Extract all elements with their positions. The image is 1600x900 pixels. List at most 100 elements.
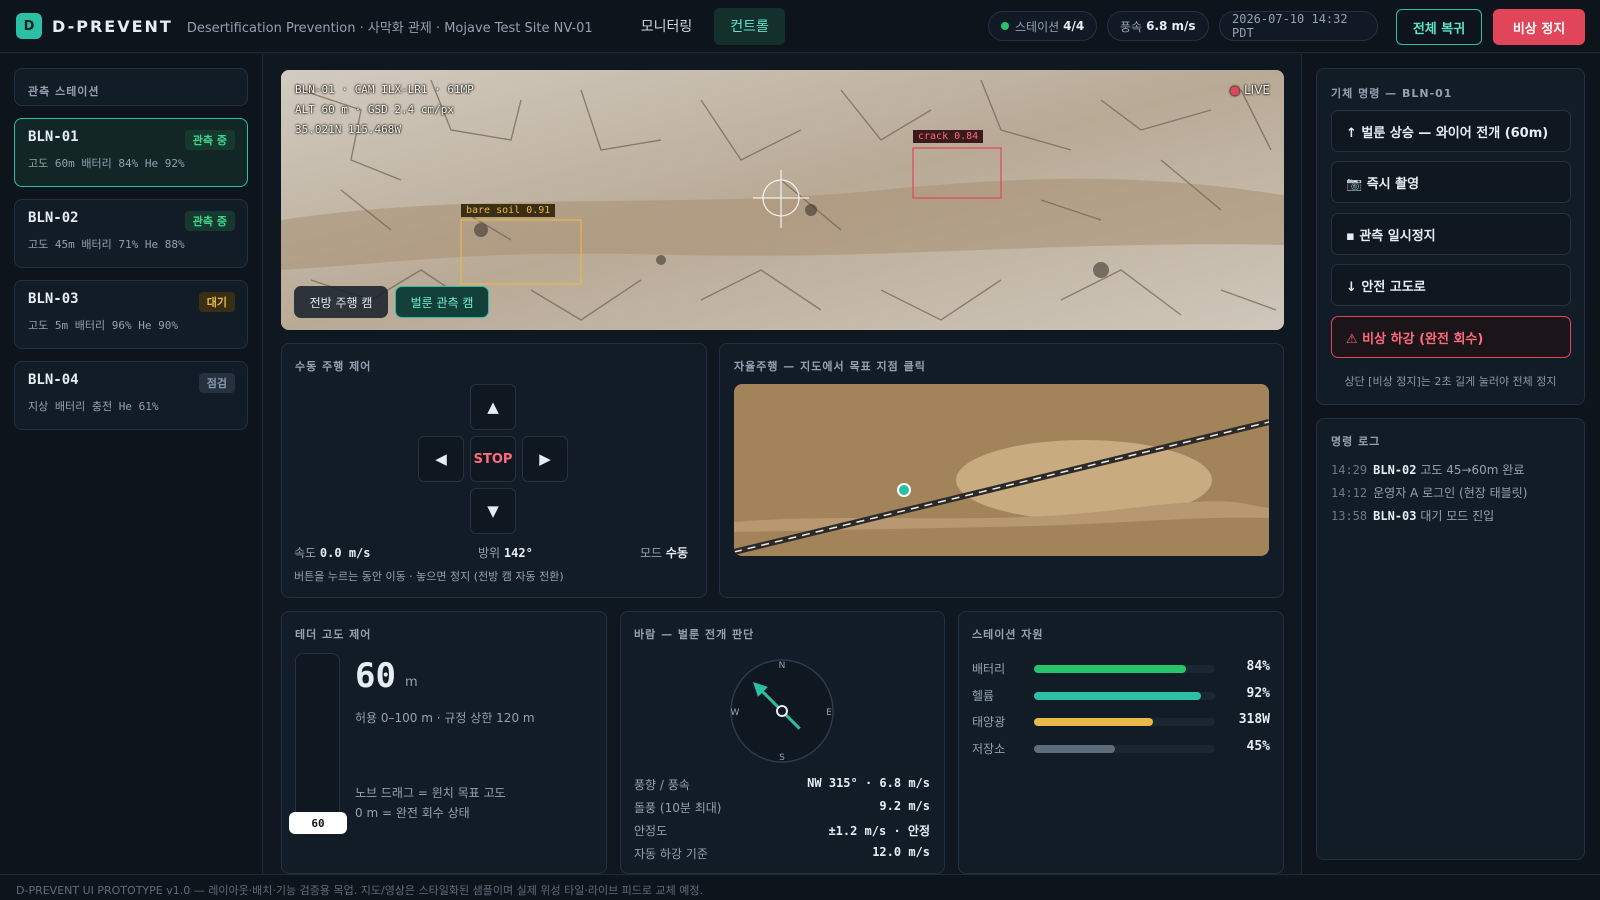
camera-info-line2: ALT 60 m · GSD 2.4 cm/px xyxy=(295,103,454,116)
resource-bar-fill xyxy=(1034,692,1201,700)
station-meta: 고도 5m 배터리 96% He 90% xyxy=(28,319,178,332)
log-entry: 14:12 운영자 A 로그인 (현장 태블릿) xyxy=(1331,484,1527,501)
station-count-value: 4/4 xyxy=(1063,19,1085,33)
resource-bar-track xyxy=(1034,718,1215,726)
log-text: 대기 모드 진입 xyxy=(1420,509,1495,523)
resource-bar-fill xyxy=(1034,718,1154,726)
mode-label: 모드 xyxy=(640,546,663,560)
heading-readout: 방위 142° xyxy=(478,544,533,561)
vehicle-marker-icon xyxy=(897,483,911,497)
tether-hint-zero: 0 m = 완전 회수 상태 xyxy=(355,806,470,820)
status-badge: 대기 xyxy=(198,292,235,312)
camera-feed[interactable]: BLN-01 · CAM ILX-LR1 · 61MP ALT 60 m · G… xyxy=(281,70,1284,330)
wind-row: 풍향 / 풍속 NW 315° · 6.8 m/s xyxy=(634,776,930,793)
manual-drive-title: 수동 주행 제어 xyxy=(295,360,372,373)
target-map[interactable] xyxy=(734,384,1269,556)
crack-detection-label: crack 0.84 xyxy=(913,130,984,143)
speed-readout: 속도 0.0 m/s xyxy=(294,544,371,561)
wind-row-value: 12.0 m/s xyxy=(872,845,930,859)
manual-hint: 버튼을 누르는 동안 이동 · 놓으면 정지 (전방 캠 자동 전환) xyxy=(294,570,564,583)
tether-altitude-unit: m xyxy=(405,675,418,690)
resource-label: 헬륨 xyxy=(972,689,995,703)
resource-label: 저장소 xyxy=(972,742,1006,756)
balloon-cam-button[interactable]: 벌룬 관측 캠 xyxy=(395,286,489,318)
resource-value: 92% xyxy=(1246,686,1270,701)
status-badge: 점검 xyxy=(198,373,235,393)
wind-row: 돌풍 (10분 최대) 9.2 m/s xyxy=(634,799,930,816)
status-badge: 관측 중 xyxy=(184,211,235,231)
mode-readout: 모드 수동 xyxy=(640,544,688,561)
tether-hint-drag: 노브 드래그 = 윈치 목표 고도 xyxy=(355,786,506,800)
speed-label: 속도 xyxy=(294,546,317,560)
emergency-stop-button[interactable]: 비상 정지 xyxy=(1493,9,1585,45)
tether-altitude-value: 60 xyxy=(355,656,396,696)
right-arrow-button[interactable]: ▶ xyxy=(522,436,568,482)
resources-title: 스테이션 자원 xyxy=(972,628,1044,641)
wind-row-value: 9.2 m/s xyxy=(879,799,930,813)
log-station: BLN-02 xyxy=(1373,463,1417,477)
pause-observation-button[interactable]: ▪ 관측 일시정지 xyxy=(1331,213,1571,255)
tab-monitoring[interactable]: 모니터링 xyxy=(625,8,709,45)
heading-label: 방위 xyxy=(478,546,501,560)
wind-row-label: 안정도 xyxy=(634,824,668,838)
station-card-bln-03[interactable]: BLN-03 대기 고도 5m 배터리 96% He 90% xyxy=(14,280,248,349)
station-count-label: 스테이션 xyxy=(1015,19,1060,34)
wind-row-label: 돌풍 (10분 최대) xyxy=(634,801,722,815)
resource-bar-track xyxy=(1034,745,1215,753)
down-arrow-button[interactable]: ▼ xyxy=(470,488,516,534)
up-arrow-button[interactable]: ▲ xyxy=(470,384,516,430)
wind-row-value: NW 315° · 6.8 m/s xyxy=(807,776,930,790)
resources-panel: 스테이션 자원 xyxy=(958,611,1284,874)
status-badge: 관측 중 xyxy=(184,130,235,150)
wind-chip-label: 풍속 xyxy=(1120,19,1143,34)
balloon-ascend-button[interactable]: ↑ 벌룬 상승 — 와이어 전개 (60m) xyxy=(1331,110,1571,152)
front-cam-button[interactable]: 전방 주행 캠 xyxy=(294,286,388,318)
wind-row-label: 풍향 / 풍속 xyxy=(634,778,690,792)
resource-bar-track xyxy=(1034,692,1215,700)
compass-e: E xyxy=(826,708,832,718)
heading-value: 142° xyxy=(503,546,533,560)
resource-value: 45% xyxy=(1246,739,1270,754)
wind-chip-value: 6.8 m/s xyxy=(1146,19,1196,33)
brand-name: D-PREVENT xyxy=(52,16,173,36)
station-card-bln-04[interactable]: BLN-04 점검 지상 배터리 충전 He 61% xyxy=(14,361,248,430)
wind-row-value: ±1.2 m/s · 안정 xyxy=(828,824,930,838)
resource-value: 84% xyxy=(1246,659,1270,674)
camera-info-line1: BLN-01 · CAM ILX-LR1 · 61MP xyxy=(295,83,474,96)
emergency-descent-button[interactable]: ⚠ 비상 하강 (완전 회수) xyxy=(1331,316,1571,358)
live-dot-icon: ● xyxy=(1229,83,1241,97)
station-count-chip: 스테이션 4/4 xyxy=(988,11,1098,41)
tether-knob[interactable]: 60 xyxy=(289,812,347,834)
resource-label: 태양광 xyxy=(972,715,1006,729)
site-subtitle: Desertification Prevention · 사막화 관제 · Mo… xyxy=(186,20,593,36)
live-indicator: ● LIVE xyxy=(1230,82,1270,98)
stop-button[interactable]: STOP xyxy=(470,436,516,482)
compass-s: S xyxy=(779,753,785,763)
bare-soil-detection-label: bare soil 0.91 xyxy=(461,204,556,217)
station-meta: 고도 60m 배터리 84% He 92% xyxy=(28,157,185,170)
station-card-bln-02[interactable]: BLN-02 관측 중 고도 45m 배터리 71% He 88% xyxy=(14,199,248,268)
wind-title: 바람 — 벌룬 전개 판단 xyxy=(634,628,755,641)
left-arrow-button[interactable]: ◀ xyxy=(418,436,464,482)
tether-title: 테더 고도 제어 xyxy=(295,628,372,641)
app-logo: D xyxy=(16,13,42,39)
emergency-stop-note: 상단 [비상 정지]는 2초 길게 눌러야 전체 정지 xyxy=(1344,375,1557,388)
command-log-title: 명령 로그 xyxy=(1331,435,1381,448)
station-card-bln-01[interactable]: BLN-01 관측 중 고도 60m 배터리 84% He 92% xyxy=(14,118,248,187)
station-list-title: 관측 스테이션 xyxy=(28,85,100,98)
resource-value: 318W xyxy=(1238,712,1270,727)
wind-row: 자동 하강 기준 12.0 m/s xyxy=(634,845,930,862)
resource-label: 배터리 xyxy=(972,662,1006,676)
restore-all-button[interactable]: 전체 복귀 xyxy=(1396,9,1482,45)
capture-now-button[interactable]: 📷 즉시 촬영 xyxy=(1331,161,1571,203)
camera-coords: 35.021N 115.468W xyxy=(295,123,401,136)
station-meta: 지상 배터리 충전 He 61% xyxy=(28,400,159,413)
wind-compass: N E S W xyxy=(729,658,835,764)
log-time: 14:29 xyxy=(1331,463,1368,477)
safe-altitude-button[interactable]: ↓ 안전 고도로 xyxy=(1331,264,1571,306)
status-dot-icon xyxy=(1001,22,1009,30)
tether-slider-track[interactable] xyxy=(295,653,340,833)
tab-control[interactable]: 컨트롤 xyxy=(714,7,785,45)
log-entry: 14:29 BLN-02 고도 45→60m 완료 xyxy=(1331,461,1524,478)
log-station: BLN-03 xyxy=(1373,509,1417,523)
